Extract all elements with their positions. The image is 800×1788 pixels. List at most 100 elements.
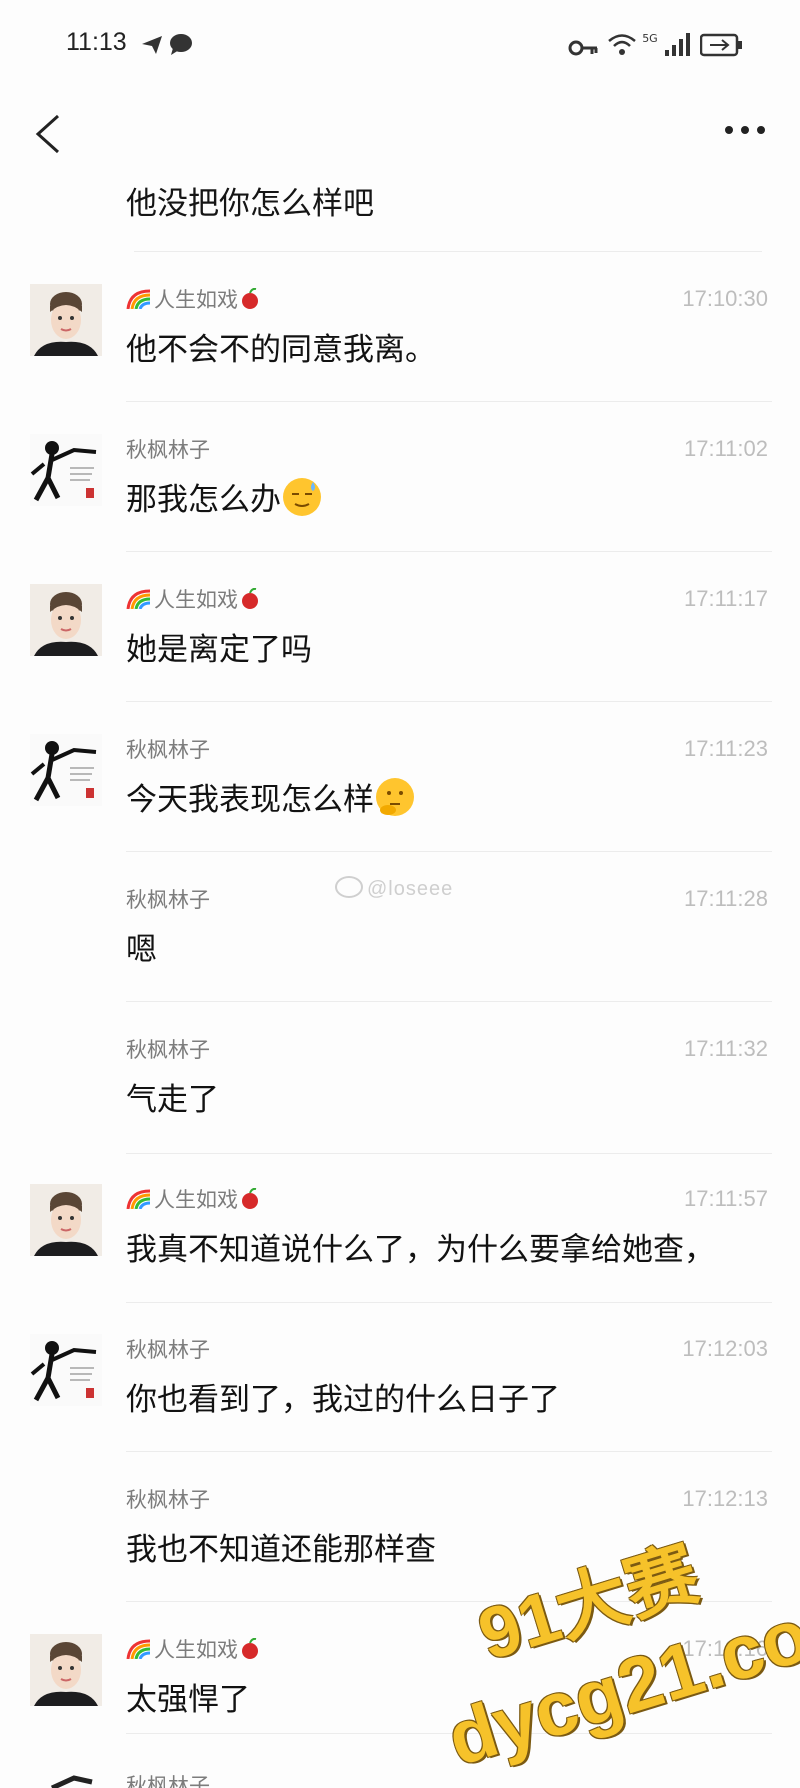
divider <box>126 1153 772 1154</box>
message-text-content: 她是离定了吗 <box>126 632 312 668</box>
back-chevron-icon[interactable] <box>26 110 70 158</box>
message-text-content: 你也看到了，我过的什么日子了 <box>126 1382 560 1418</box>
sender-name: 秋枫林子 <box>126 434 210 464</box>
message-text-content: 我也不知道还能那样查 <box>126 1532 436 1568</box>
message-row[interactable]: 人生如戏 17:10:30 他不会不的同意我离。 <box>0 284 800 424</box>
message-text: 她是离定了吗 <box>126 624 312 669</box>
sender-name-text: 人生如戏 <box>154 1638 238 1662</box>
avatar-woman[interactable] <box>30 1634 102 1706</box>
message-text-content: 我真不知道说什么了，为什么要拿给她查， <box>126 1232 715 1268</box>
message-text-content: 他不会不的同意我离。 <box>126 332 436 368</box>
message-row[interactable]: 秋枫林子 17:11:23 今天我表现怎么样 <box>0 734 800 874</box>
apple-icon <box>242 288 258 309</box>
wifi-icon <box>608 34 636 55</box>
status-icons: 5G <box>568 32 744 62</box>
message-time: 17:11:23 <box>683 736 768 761</box>
message-time: 17:11:17 <box>683 586 768 611</box>
sender-name-text: 秋枫林子 <box>126 738 210 762</box>
message-text: 他不会不的同意我离。 <box>126 324 436 369</box>
message-time: 17:11:57 <box>683 1186 768 1211</box>
key-icon <box>568 40 598 56</box>
sender-name: 人生如戏 <box>126 584 260 614</box>
divider <box>134 251 762 252</box>
sender-name-text: 秋枫林子 <box>126 1038 210 1062</box>
sender-name: 人生如戏 <box>126 284 260 314</box>
avatar-man[interactable] <box>30 434 102 506</box>
sender-name: 秋枫林子 <box>126 884 210 914</box>
message-time: 17:11:28 <box>683 886 768 911</box>
message-text: 你也看到了，我过的什么日子了 <box>126 1374 560 1419</box>
message-time: 17:11:02 <box>683 436 768 461</box>
avatar-woman[interactable] <box>30 584 102 656</box>
apple-icon <box>242 1638 258 1659</box>
chat-icon <box>170 34 192 55</box>
divider <box>126 701 772 702</box>
message-text-content: 太强悍了 <box>126 1682 250 1718</box>
apple-icon <box>242 1188 258 1209</box>
sender-name: 人生如戏 <box>126 1184 260 1214</box>
message-text-content: 那我怎么办 <box>126 482 281 518</box>
rainbow-icon <box>126 589 151 609</box>
sender-name-text: 秋枫林子 <box>126 438 210 462</box>
thinking-emoji <box>376 778 414 816</box>
status-bar: 11:13 5G <box>0 0 800 96</box>
avatar-man[interactable] <box>30 734 102 806</box>
sender-name: 秋枫林子 <box>126 734 210 764</box>
rainbow-icon <box>126 1639 151 1659</box>
message-text-content: 嗯 <box>126 932 157 968</box>
avatar-woman[interactable] <box>30 284 102 356</box>
sender-name-text: 秋枫林子 <box>126 1338 210 1362</box>
message-row[interactable]: 秋枫林子 17:11:02 那我怎么办 <box>0 434 800 574</box>
rainbow-icon <box>126 289 151 309</box>
status-time: 11:13 <box>66 28 127 56</box>
message-text-content: 气走了 <box>126 1082 219 1118</box>
sender-name: 秋枫林子 <box>126 1484 210 1514</box>
divider <box>126 1451 772 1452</box>
message-text: 太强悍了 <box>126 1674 250 1719</box>
sender-name-text: 人生如戏 <box>154 1188 238 1212</box>
message-time: 17:11:32 <box>683 1036 768 1061</box>
message-row[interactable]: 秋枫林子 17:11:28 嗯 <box>0 884 800 1024</box>
nav-bar <box>0 96 800 172</box>
sender-name-text: 人生如戏 <box>154 288 238 312</box>
battery-icon <box>699 33 742 57</box>
message-time: 17:12:03 <box>682 1336 768 1361</box>
message-text-content: 今天我表现怎么样 <box>126 782 374 818</box>
more-dots-icon[interactable] <box>715 110 775 150</box>
divider <box>126 401 772 402</box>
divider <box>126 1302 772 1303</box>
message-text: 那我怎么办 <box>126 474 321 519</box>
message-row[interactable]: 秋枫林子 17:12:03 你也看到了，我过的什么日子了 <box>0 1334 800 1474</box>
message-text: 今天我表现怎么样 <box>126 774 414 819</box>
sender-name-text: 人生如戏 <box>154 588 238 612</box>
network-label: 5G <box>642 32 658 45</box>
rainbow-icon <box>126 1189 151 1209</box>
sender-name-text: 秋枫林子 <box>126 1488 210 1512</box>
message-row[interactable]: 人生如戏 17:11:17 她是离定了吗 <box>0 584 800 724</box>
weibo-handle: @loseee <box>367 878 454 900</box>
divider <box>126 1001 772 1002</box>
top-message-text: 他没把你怎么样吧 <box>126 186 374 222</box>
sender-name: 秋枫林子 <box>126 1034 210 1064</box>
divider <box>126 551 772 552</box>
divider <box>126 851 772 852</box>
apple-icon <box>242 588 258 609</box>
message-row[interactable]: 人生如戏 17:11:57 我真不知道说什么了，为什么要拿给她查， <box>0 1184 800 1324</box>
message-time: 17:12:13 <box>682 1486 768 1511</box>
message-text: 气走了 <box>126 1074 219 1119</box>
sender-name-text: 秋枫林子 <box>126 888 210 912</box>
avatar-man[interactable] <box>30 1334 102 1406</box>
sender-name: 人生如戏 <box>126 1634 260 1664</box>
partial-avatar <box>44 1772 94 1788</box>
partial-sender-name: 秋枫林子 <box>126 1774 210 1788</box>
weibo-icon <box>335 876 363 898</box>
sender-name: 秋枫林子 <box>126 1334 210 1364</box>
avatar-woman[interactable] <box>30 1184 102 1256</box>
message-text: 我真不知道说什么了，为什么要拿给她查， <box>126 1224 715 1269</box>
message-time: 17:10:30 <box>682 286 768 311</box>
sweat-smile-emoji <box>283 478 321 516</box>
5g-signal-icon <box>664 33 690 56</box>
message-text: 嗯 <box>126 924 157 969</box>
message-text: 我也不知道还能那样查 <box>126 1524 436 1569</box>
weibo-watermark: @loseee <box>335 876 453 901</box>
